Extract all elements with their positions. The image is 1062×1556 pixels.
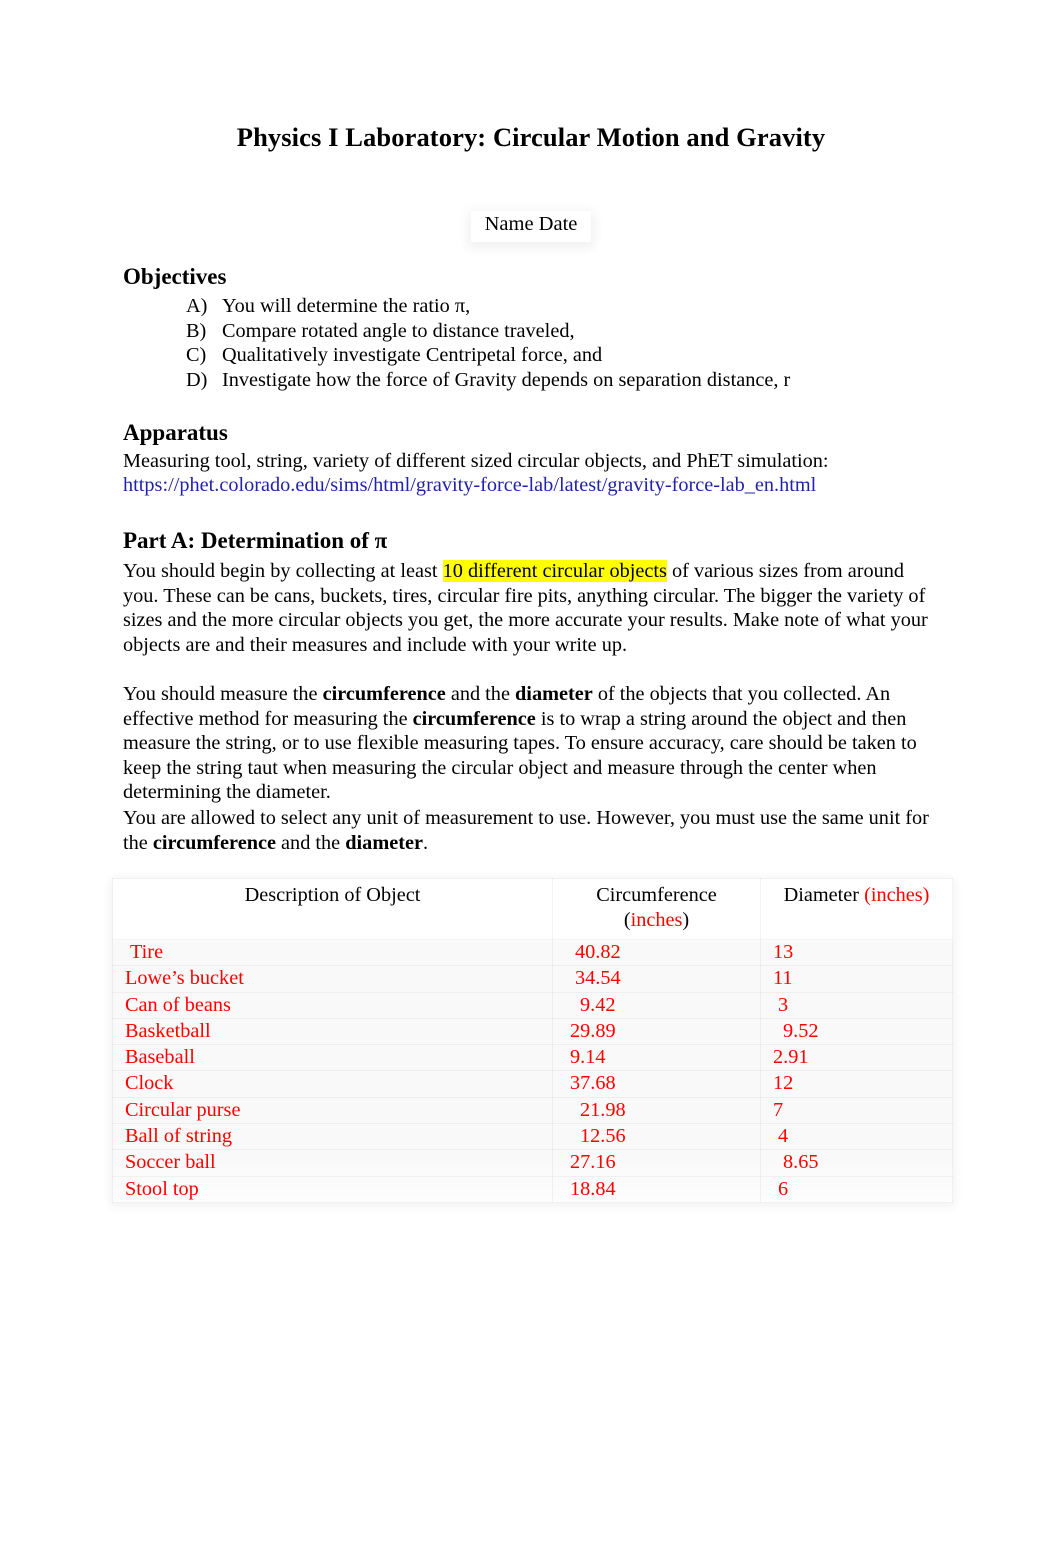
table-row: Clock 37.68 12 <box>112 1070 953 1098</box>
page-title: Physics I Laboratory: Circular Motion an… <box>236 122 826 152</box>
cell-circumference[interactable]: 21.98 <box>552 1096 761 1125</box>
cell-circumference[interactable]: 29.89 <box>552 1017 761 1046</box>
column-header-circumference: Circumference (inches) <box>552 878 761 940</box>
cell-circumference[interactable]: 18.84 <box>552 1175 761 1203</box>
apparatus-link-line: https://phet.colorado.edu/sims/html/grav… <box>123 473 941 498</box>
apparatus-text: Measuring tool, string, variety of diffe… <box>123 450 829 472</box>
measurements-table: Description of Object Circumference (inc… <box>112 878 953 1203</box>
paragraph-segment: . <box>422 831 429 854</box>
cell-diameter[interactable]: 11 <box>760 965 953 993</box>
list-item: C) Qualitatively investigate Centripetal … <box>186 343 946 368</box>
table-header-row: Description of Object Circumference (inc… <box>112 878 953 940</box>
name-date-field[interactable]: Name Date <box>470 211 592 242</box>
cell-object[interactable]: Can of beans <box>112 991 553 1019</box>
cell-object[interactable]: Ball of string <box>112 1123 553 1151</box>
paragraph-segment: and the <box>445 683 516 705</box>
paren-open: ( <box>623 909 631 931</box>
name-date-container: Name Date <box>0 211 1062 242</box>
cell-object[interactable]: Soccer ball <box>112 1149 553 1177</box>
objectives-heading: Objectives <box>123 264 227 289</box>
cell-object[interactable]: Basketball <box>112 1017 553 1046</box>
cell-diameter[interactable]: 13 <box>760 938 953 967</box>
cell-circumference[interactable]: 9.42 <box>552 991 761 1019</box>
list-item-label: You will determine the ratio π, <box>222 295 471 317</box>
part-a-paragraph-2: You should measure the circumference and… <box>123 682 941 805</box>
cell-diameter[interactable]: 7 <box>760 1096 953 1125</box>
cell-diameter[interactable]: 4 <box>760 1123 953 1151</box>
list-item-label: Investigate how the force of Gravity dep… <box>222 368 791 391</box>
cell-object[interactable]: Circular purse <box>112 1096 553 1125</box>
table-header: Description of Object Circumference (inc… <box>112 878 953 940</box>
table-row: Basketball 29.89 9.52 <box>112 1017 953 1046</box>
cell-diameter[interactable]: 2.91 <box>760 1044 953 1072</box>
bold-term-circumference: circumference <box>322 683 446 705</box>
part-a-heading: Part A: Determination of π <box>123 528 388 553</box>
table-row: Can of beans 9.42 3 <box>112 991 953 1019</box>
cell-diameter[interactable]: 12 <box>760 1070 953 1098</box>
cell-object[interactable]: Lowe’s bucket <box>112 965 553 993</box>
column-header-label: Diameter <box>783 884 865 906</box>
phet-simulation-link[interactable]: https://phet.colorado.edu/sims/html/grav… <box>123 474 816 496</box>
cell-object[interactable]: Tire <box>112 938 553 967</box>
list-item-letter: B) <box>186 319 207 342</box>
document-page: Physics I Laboratory: Circular Motion an… <box>0 0 1062 1556</box>
paren-close: ) <box>682 909 690 931</box>
part-a-paragraph-1: You should begin by collecting at least … <box>123 559 941 657</box>
cell-diameter[interactable]: 8.65 <box>760 1149 953 1177</box>
table-row: Baseball 9.14 2.91 <box>112 1044 953 1072</box>
list-item-label: Qualitatively investigate Centripetal fo… <box>222 344 603 367</box>
table-row: Soccer ball 27.16 8.65 <box>112 1149 953 1177</box>
cell-diameter[interactable]: 3 <box>760 991 953 1019</box>
list-item-letter: A) <box>186 295 208 317</box>
list-item-letter: D) <box>186 368 208 391</box>
measurements-table-container: Description of Object Circumference (inc… <box>112 878 953 1203</box>
paragraph-segment: You should measure the <box>123 683 323 705</box>
cell-circumference[interactable]: 12.56 <box>552 1123 761 1151</box>
paragraph-text-pre: You should begin by collecting at least <box>123 560 443 582</box>
objectives-list: A) You will determine the ratio π, B) Comp… <box>186 294 946 392</box>
list-item-letter: C) <box>186 344 207 367</box>
table-body: Tire 40.82 13 Lowe’s bucket 34.54 11 Can… <box>112 938 953 1203</box>
list-item-label: Compare rotated angle to distance travel… <box>222 319 575 342</box>
cell-diameter[interactable]: 9.52 <box>760 1017 953 1046</box>
table-row: Stool top 18.84 6 <box>112 1175 953 1203</box>
cell-circumference[interactable]: 37.68 <box>552 1070 761 1098</box>
bold-term-diameter: diameter <box>345 831 423 854</box>
bold-term-circumference: circumference <box>152 831 276 854</box>
table-row: Ball of string 12.56 4 <box>112 1123 953 1151</box>
part-a-paragraph-3: You are allowed to select any unit of me… <box>123 806 941 855</box>
column-header-label: Circumference <box>596 884 717 906</box>
column-header-unit: (inches) <box>864 884 930 906</box>
apparatus-heading: Apparatus <box>123 420 228 445</box>
cell-circumference[interactable]: 34.54 <box>552 965 761 993</box>
column-header-diameter: Diameter (inches) <box>760 878 953 940</box>
cell-object[interactable]: Stool top <box>112 1175 553 1203</box>
cell-circumference[interactable]: 27.16 <box>552 1149 761 1177</box>
column-header-description: Description of Object <box>112 878 553 940</box>
list-item: A) You will determine the ratio π, <box>186 294 946 319</box>
table-row: Tire 40.82 13 <box>112 938 953 967</box>
column-header-unit: inches <box>630 909 683 931</box>
table-row: Circular purse 21.98 7 <box>112 1096 953 1125</box>
cell-circumference[interactable]: 9.14 <box>552 1044 761 1072</box>
cell-circumference[interactable]: 40.82 <box>552 938 761 967</box>
list-item: D) Investigate how the force of Gravity d… <box>186 368 946 393</box>
cell-object[interactable]: Baseball <box>112 1044 553 1072</box>
list-item: B) Compare rotated angle to distance trav… <box>186 319 946 344</box>
cell-object[interactable]: Clock <box>112 1070 553 1098</box>
highlighted-text: 10 different circular objects <box>442 560 667 582</box>
column-header-label: Description of Object <box>244 884 421 906</box>
paragraph-segment: and the <box>275 831 346 854</box>
cell-diameter[interactable]: 6 <box>760 1175 953 1203</box>
bold-term-circumference: circumference <box>412 707 536 730</box>
table-row: Lowe’s bucket 34.54 11 <box>112 965 953 993</box>
bold-term-diameter: diameter <box>515 683 593 705</box>
